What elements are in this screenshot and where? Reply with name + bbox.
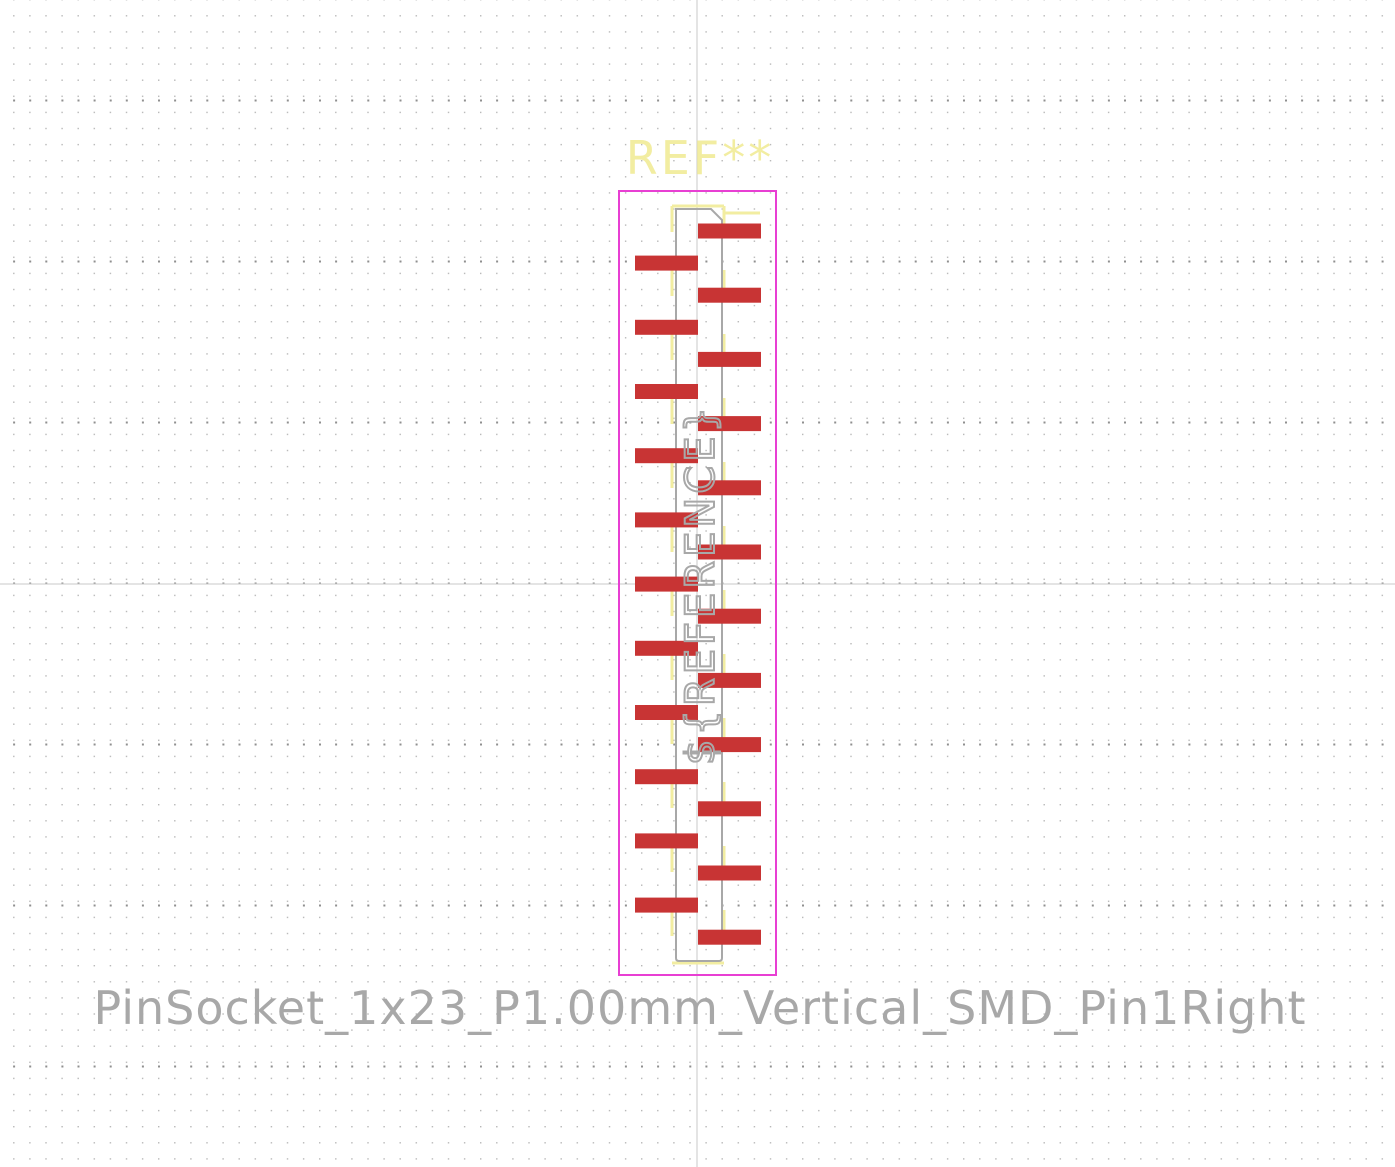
pad-2[interactable] bbox=[635, 255, 698, 271]
pad-1[interactable] bbox=[698, 223, 761, 239]
pad-6[interactable] bbox=[635, 384, 698, 399]
pad-21[interactable] bbox=[698, 865, 761, 881]
pad-20[interactable] bbox=[635, 833, 698, 849]
pcb-footprint-canvas[interactable]: REF** ${REFERENCE} PinSocket_1x23_P1.00m… bbox=[0, 0, 1395, 1167]
reference-label[interactable]: REF** bbox=[626, 131, 775, 185]
pad-19[interactable] bbox=[698, 801, 761, 817]
value-label[interactable]: PinSocket_1x23_P1.00mm_Vertical_SMD_Pin1… bbox=[94, 981, 1307, 1035]
pad-5[interactable] bbox=[698, 351, 761, 367]
pad-23[interactable] bbox=[698, 929, 761, 945]
fab-reference-label[interactable]: ${REFERENCE} bbox=[677, 402, 725, 766]
pad-3[interactable] bbox=[698, 287, 761, 303]
pad-22[interactable] bbox=[635, 897, 698, 913]
pad-4[interactable] bbox=[635, 319, 698, 335]
pad-18[interactable] bbox=[635, 769, 698, 785]
